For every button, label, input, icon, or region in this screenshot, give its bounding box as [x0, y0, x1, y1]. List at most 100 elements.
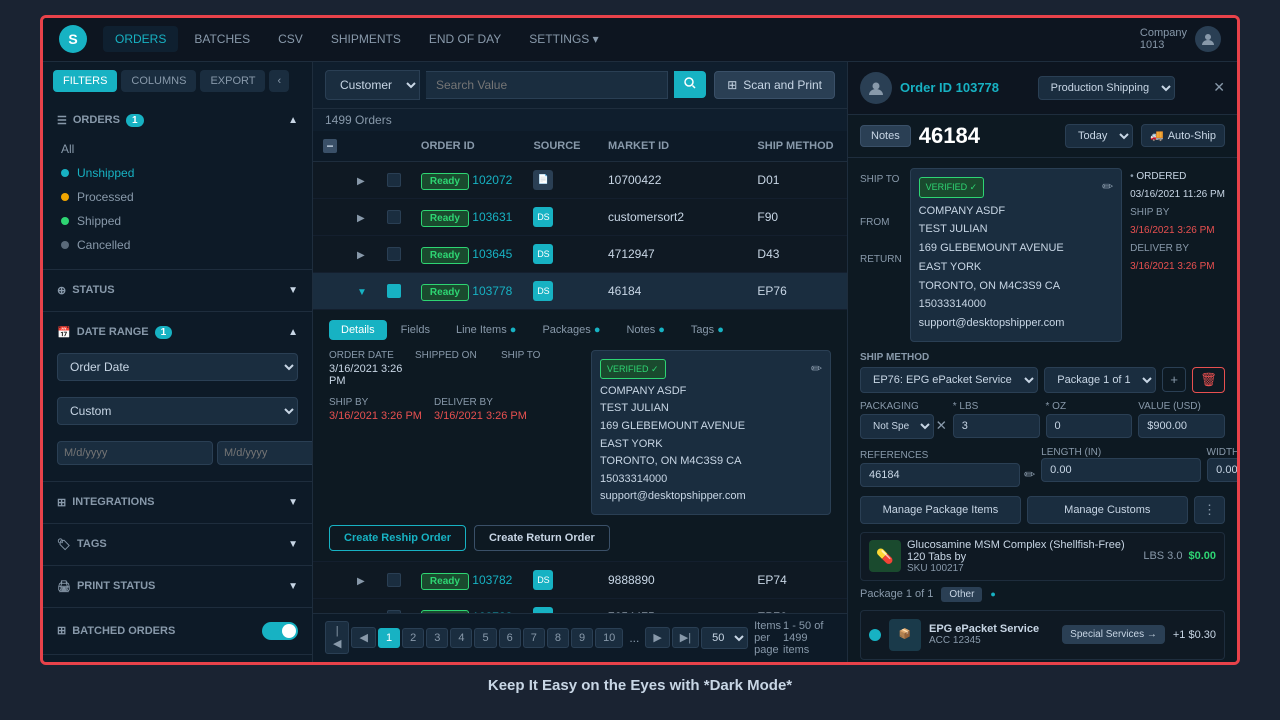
tab-packages[interactable]: Packages ● [530, 320, 612, 340]
print-status-header[interactable]: 🖨 PRINT STATUS ▼ [43, 574, 312, 599]
sidebar-collapse-btn[interactable]: ‹ [269, 70, 289, 92]
more-options-btn[interactable]: ⋮ [1194, 496, 1225, 524]
filter-unshipped-label: Unshipped [77, 166, 134, 180]
page-10-btn[interactable]: 10 [595, 628, 623, 648]
packaging-clear-btn[interactable]: ✕ [936, 418, 947, 434]
value-input[interactable] [1138, 414, 1225, 438]
page-3-btn[interactable]: 3 [426, 628, 448, 648]
filter-processed-label: Processed [77, 190, 134, 204]
special-services-btn[interactable]: Special Services → [1062, 625, 1165, 644]
create-reship-btn[interactable]: Create Reship Order [329, 525, 466, 551]
date-type-select[interactable]: Custom [57, 397, 298, 425]
tab-line-items[interactable]: Line Items ● [444, 320, 528, 340]
order-date-select[interactable]: Order Date [57, 353, 298, 381]
order-link[interactable]: 103631 [472, 210, 512, 224]
order-link-selected[interactable]: 103778 [472, 284, 512, 298]
filter-all[interactable]: All [43, 137, 312, 161]
order-link[interactable]: 102072 [472, 173, 512, 187]
date-from-input[interactable] [57, 441, 213, 465]
export-btn[interactable]: EXPORT [200, 70, 265, 92]
length-input[interactable] [1041, 458, 1201, 482]
nav-end-of-day[interactable]: END OF DAY [417, 26, 513, 52]
nav-settings[interactable]: SETTINGS ▾ [517, 26, 610, 52]
filters-btn[interactable]: FILTERS [53, 70, 117, 92]
filter-shipped[interactable]: Shipped [43, 209, 312, 233]
batched-toggle[interactable] [262, 622, 298, 640]
oz-input[interactable] [1046, 414, 1133, 438]
row-checkbox[interactable] [387, 173, 401, 187]
edit-address-btn[interactable]: ✏ [811, 361, 822, 377]
nav-csv[interactable]: CSV [266, 26, 315, 52]
page-4-btn[interactable]: 4 [450, 628, 472, 648]
packaging-select[interactable]: Not Specified [860, 414, 934, 439]
filter-processed[interactable]: Processed [43, 185, 312, 209]
carrier-radio[interactable] [869, 629, 881, 641]
date-range-section: 📅 DATE RANGE 1 ▲ Order Date Custom [43, 312, 312, 482]
tab-details[interactable]: Details [329, 320, 387, 340]
close-panel-btn[interactable]: ✕ [1213, 79, 1225, 96]
tags-header[interactable]: 🏷 TAGS ▼ [43, 532, 312, 557]
page-1-btn[interactable]: 1 [378, 628, 400, 648]
page-next-btn[interactable]: ▶ [645, 627, 669, 648]
order-link[interactable]: 103645 [472, 247, 512, 261]
nav-batches[interactable]: BATCHES [182, 26, 262, 52]
page-6-btn[interactable]: 6 [499, 628, 521, 648]
tags-section: 🏷 TAGS ▼ [43, 524, 312, 566]
page-prev-btn[interactable]: ◀ [351, 627, 375, 648]
search-input[interactable] [426, 71, 668, 99]
batched-orders-header[interactable]: ⊞ BATCHED ORDERS [43, 616, 312, 646]
width-input[interactable] [1207, 458, 1237, 482]
row-expand-btn[interactable]: ▶ [357, 213, 365, 224]
status-section-header[interactable]: ⊕ STATUS ▼ [43, 278, 312, 303]
page-2-btn[interactable]: 2 [402, 628, 424, 648]
page-first-btn[interactable]: |◀ [325, 621, 349, 654]
tab-notes[interactable]: Notes ● [614, 320, 676, 340]
orders-section-header[interactable]: ☰ ORDERS 1 ▲ [43, 108, 312, 133]
notes-button[interactable]: Notes [860, 125, 911, 147]
row-checkbox[interactable] [387, 210, 401, 224]
columns-btn[interactable]: COLUMNS [121, 70, 196, 92]
avatar[interactable] [1195, 26, 1221, 52]
order-link[interactable]: 103782 [472, 573, 512, 587]
row-checkbox[interactable] [387, 573, 401, 587]
filter-unshipped[interactable]: Unshipped [43, 161, 312, 185]
page-9-btn[interactable]: 9 [571, 628, 593, 648]
page-5-btn[interactable]: 5 [474, 628, 496, 648]
page-7-btn[interactable]: 7 [523, 628, 545, 648]
row-expand-btn[interactable]: ▶ [357, 576, 365, 587]
package-select[interactable]: Package 1 of 1 [1044, 367, 1156, 393]
today-select[interactable]: Today [1065, 124, 1133, 148]
package-add-btn[interactable]: + [1162, 367, 1186, 392]
manage-package-items-btn[interactable]: Manage Package Items [860, 496, 1021, 524]
date-range-header[interactable]: 📅 DATE RANGE 1 ▲ [43, 320, 312, 345]
production-select[interactable]: Production Shipping [1038, 76, 1175, 100]
row-expand-btn[interactable]: ▼ [357, 287, 367, 298]
nav-orders[interactable]: ORDERS [103, 26, 178, 52]
package-delete-btn[interactable]: 🗑 [1192, 367, 1225, 393]
reference-input[interactable] [860, 463, 1020, 487]
search-type-select[interactable]: Customer [325, 70, 420, 100]
other-badge[interactable]: Other [941, 587, 982, 602]
row-expand-btn[interactable]: ▶ [357, 250, 365, 261]
page-last-btn[interactable]: ▶| [672, 627, 699, 648]
lbs-input[interactable] [953, 414, 1040, 438]
ref-edit-btn[interactable]: ✏ [1024, 467, 1035, 483]
address-header: VERIFIED ✓ ✏ [600, 359, 822, 379]
create-return-btn[interactable]: Create Return Order [474, 525, 610, 551]
tab-fields[interactable]: Fields [389, 320, 442, 340]
date-to-input[interactable] [217, 441, 313, 465]
ship-method-select[interactable]: EP76: EPG ePacket Service [860, 367, 1038, 393]
scan-print-button[interactable]: ⊞ Scan and Print [714, 71, 835, 99]
nav-shipments[interactable]: SHIPMENTS [319, 26, 413, 52]
per-page-select[interactable]: 50 [701, 627, 748, 649]
rp-edit-address-btn[interactable]: ✏ [1102, 179, 1113, 195]
manage-customs-btn[interactable]: Manage Customs [1027, 496, 1188, 524]
filter-cancelled[interactable]: Cancelled [43, 233, 312, 257]
search-button[interactable] [674, 71, 706, 98]
row-checkbox[interactable] [387, 284, 401, 298]
row-expand-btn[interactable]: ▶ [357, 176, 365, 187]
page-8-btn[interactable]: 8 [547, 628, 569, 648]
tab-tags[interactable]: Tags ● [679, 320, 736, 340]
integrations-header[interactable]: ⊞ INTEGRATIONS ▼ [43, 490, 312, 515]
row-checkbox[interactable] [387, 247, 401, 261]
